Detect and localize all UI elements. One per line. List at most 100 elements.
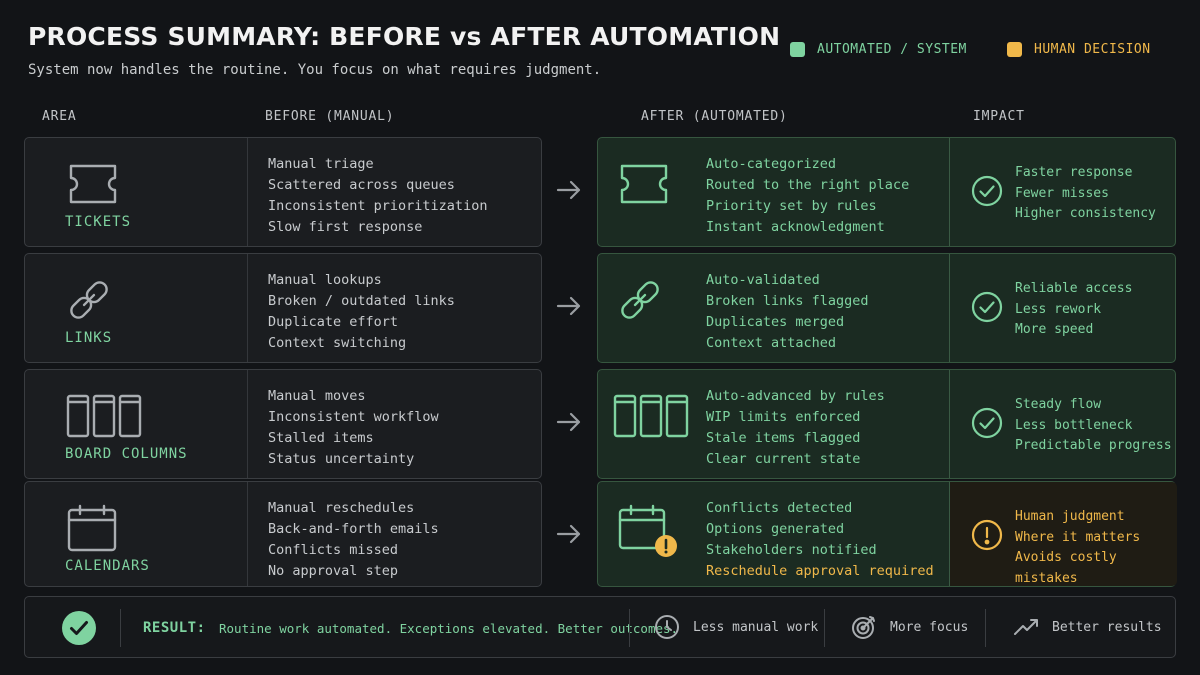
row-calendars: CALENDARS Manual reschedules Back-and-fo…: [24, 481, 1177, 587]
target-icon: [852, 616, 875, 639]
ticket-icon: [620, 164, 668, 204]
before-item: Slow first response: [268, 219, 423, 235]
after-item: Routed to the right place: [706, 177, 910, 193]
after-item: Clear current state: [706, 451, 861, 467]
divider: [985, 609, 986, 647]
board-columns-icon: [613, 394, 689, 438]
before-list: Manual reschedules Back-and-forth emails…: [268, 498, 439, 582]
impact-cell: Steady flow Less bottleneck Predictable …: [950, 370, 1177, 478]
before-item: Manual moves: [268, 388, 366, 404]
area-label: CALENDARS: [65, 558, 150, 574]
legend-automated-label: AUTOMATED / SYSTEM: [817, 42, 967, 57]
after-cell: Auto-categorized Routed to the right pla…: [598, 138, 950, 246]
calendar-warning-icon: [618, 504, 677, 557]
impact-list: Steady flow Less bottleneck Predictable …: [1015, 395, 1172, 457]
after-list: Auto-advanced by rules WIP limits enforc…: [706, 386, 885, 470]
divider: [120, 609, 121, 647]
impact-item: Less rework: [1015, 301, 1102, 317]
before-item: Back-and-forth emails: [268, 521, 439, 537]
after-cell: Conflicts detected Options generated Sta…: [598, 482, 950, 586]
clock-icon: [655, 615, 679, 639]
impact-item: Steady flow: [1015, 397, 1102, 412]
after-cell: Auto-validated Broken links flagged Dupl…: [598, 254, 950, 362]
legend-swatch-amber: [1007, 42, 1022, 57]
before-item: No approval step: [268, 563, 399, 579]
column-header-area: AREA: [42, 109, 77, 124]
before-item: Scattered across queues: [268, 177, 455, 193]
after-card: Auto-validated Broken links flagged Dupl…: [597, 253, 1176, 363]
after-item: Conflicts detected: [706, 500, 853, 516]
impact-cell: Reliable access Less rework More speed: [950, 254, 1177, 362]
column-header-before: BEFORE (MANUAL): [265, 109, 395, 124]
area-label: TICKETS: [65, 214, 132, 230]
area-cell: TICKETS: [25, 138, 248, 246]
after-list: Auto-categorized Routed to the right pla…: [706, 154, 909, 238]
warning-circle-icon: [971, 519, 1003, 551]
divider: [629, 609, 630, 647]
area-label: LINKS: [65, 330, 113, 346]
impact-list: Human judgment Where it matters Avoids c…: [1015, 507, 1177, 589]
legend-human: HUMAN DECISION: [1007, 42, 1151, 57]
after-item: Duplicates merged: [706, 314, 845, 330]
impact-item: Where it matters: [1015, 529, 1141, 545]
impact-list: Reliable access Less rework More speed: [1015, 279, 1132, 341]
before-item: Status uncertainty: [268, 451, 415, 467]
after-item: Priority set by rules: [706, 198, 877, 214]
ticket-icon: [69, 164, 117, 204]
impact-item: More speed: [1015, 322, 1094, 337]
result-item-more-focus: More focus: [850, 613, 968, 641]
result-item-label: More focus: [890, 619, 969, 635]
calendar-icon: [67, 504, 117, 552]
impact-item: Predictable progress: [1015, 438, 1172, 453]
check-badge-icon: [62, 611, 96, 645]
result-item-label: Less manual work: [693, 619, 819, 635]
impact-list: Faster response Fewer misses Higher cons…: [1015, 163, 1156, 225]
impact-item: Less bottleneck: [1015, 417, 1133, 433]
after-item: Instant acknowledgment: [706, 219, 885, 235]
legend-automated: AUTOMATED / SYSTEM: [790, 42, 967, 57]
page-title: PROCESS SUMMARY: BEFORE vs AFTER AUTOMAT…: [28, 22, 781, 51]
column-header-after: AFTER (AUTOMATED): [641, 109, 788, 124]
before-item: Duplicate effort: [268, 314, 399, 330]
impact-cell-human: Human judgment Where it matters Avoids c…: [950, 482, 1177, 586]
result-label: RESULT:: [143, 620, 206, 636]
before-list: Manual moves Inconsistent workflow Stall…: [268, 386, 439, 470]
after-item: Options generated: [706, 521, 845, 537]
before-item: Manual reschedules: [268, 500, 415, 516]
after-card: Auto-categorized Routed to the right pla…: [597, 137, 1176, 247]
arrow-right-icon: [556, 524, 581, 544]
after-list: Auto-validated Broken links flagged Dupl…: [706, 270, 869, 354]
arrow-right-icon: [556, 296, 581, 316]
check-circle-icon: [971, 291, 1003, 323]
before-list: Manual triage Scattered across queues In…: [268, 154, 487, 238]
after-cell: Auto-advanced by rules WIP limits enforc…: [598, 370, 950, 478]
row-tickets: TICKETS Manual triage Scattered across q…: [24, 137, 1176, 247]
result-item-better-results: Better results: [1012, 613, 1162, 641]
impact-item: Fewer misses: [1015, 185, 1109, 201]
page-subtitle: System now handles the routine. You focu…: [28, 62, 602, 78]
before-item: Manual triage: [268, 156, 374, 172]
area-cell: BOARD COLUMNS: [25, 370, 248, 478]
trend-up-icon: [1014, 619, 1038, 635]
check-circle-icon: [971, 407, 1003, 439]
legend-human-label: HUMAN DECISION: [1034, 42, 1151, 57]
before-card: CALENDARS Manual reschedules Back-and-fo…: [24, 481, 542, 587]
after-card: Conflicts detected Options generated Sta…: [597, 481, 1177, 587]
legend-swatch-green: [790, 42, 805, 57]
before-item: Conflicts missed: [268, 542, 399, 558]
impact-item: Higher consistency: [1015, 206, 1156, 221]
board-columns-icon: [66, 394, 142, 438]
after-list: Conflicts detected Options generated Sta…: [706, 498, 934, 582]
after-item: Context attached: [706, 335, 837, 351]
result-text: Routine work automated. Exceptions eleva…: [219, 621, 679, 636]
row-board-columns: BOARD COLUMNS Manual moves Inconsistent …: [24, 369, 1176, 479]
after-item: Broken links flagged: [706, 293, 869, 309]
column-header-impact: IMPACT: [973, 109, 1025, 124]
result-bar: RESULT: Routine work automated. Exceptio…: [24, 596, 1176, 658]
link-icon: [621, 281, 659, 319]
area-cell: LINKS: [25, 254, 248, 362]
after-item: Auto-categorized: [706, 156, 837, 172]
before-card: LINKS Manual lookups Broken / outdated l…: [24, 253, 542, 363]
link-icon: [70, 281, 108, 319]
before-item: Manual lookups: [268, 272, 382, 288]
